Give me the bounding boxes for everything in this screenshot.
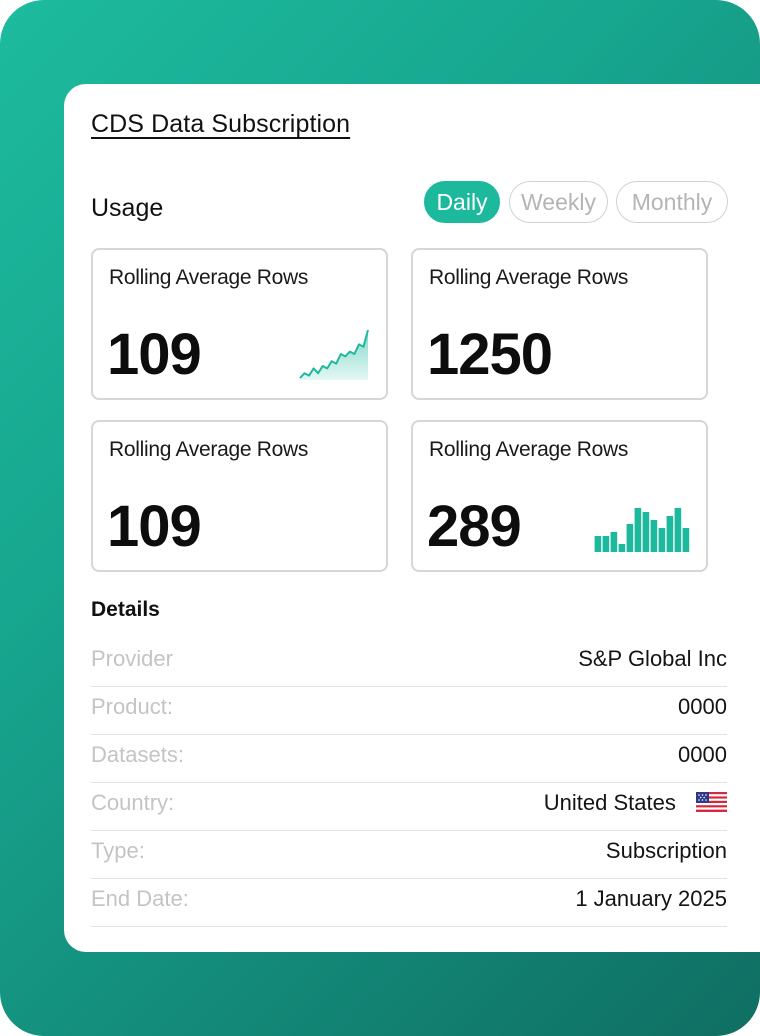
detail-key: Country: <box>91 790 175 815</box>
metric-card: Rolling Average Rows 289 <box>411 420 708 572</box>
metric-label: Rolling Average Rows <box>429 438 629 461</box>
detail-key: Type: <box>91 838 145 863</box>
tab-monthly[interactable]: Monthly <box>616 181 728 223</box>
sparkline-bar <box>674 508 682 552</box>
sparkline-bar <box>650 520 658 552</box>
detail-row-datasets: Datasets: 0000 <box>91 734 727 783</box>
metric-label: Rolling Average Rows <box>109 438 309 461</box>
tab-weekly[interactable]: Weekly <box>509 181 608 223</box>
detail-value: 0000 <box>678 742 727 767</box>
metric-label: Rolling Average Rows <box>109 266 309 289</box>
details-heading: Details <box>91 598 160 621</box>
page-title[interactable]: CDS Data Subscription <box>91 110 350 139</box>
detail-value: 0000 <box>678 694 727 719</box>
detail-row-country: Country: United States <box>91 782 727 831</box>
sparkline-bar <box>634 508 642 552</box>
usage-heading: Usage <box>91 194 164 222</box>
detail-value: 1 January 2025 <box>575 886 727 911</box>
detail-row-provider: Provider S&P Global Inc <box>91 638 727 687</box>
metric-card: Rolling Average Rows 109 <box>91 420 388 572</box>
sparkline-bar <box>642 512 650 552</box>
metric-card: Rolling Average Rows 1250 <box>411 248 708 400</box>
metric-value: 109 <box>107 322 202 387</box>
sparkline-bar <box>682 528 690 552</box>
sparkline-bar <box>602 536 610 552</box>
detail-key: Product: <box>91 694 173 719</box>
detail-value: United States <box>543 790 676 815</box>
detail-key: Datasets: <box>91 742 184 767</box>
detail-value: Subscription <box>605 838 727 863</box>
detail-row-end-date: End Date: 1 January 2025 <box>91 878 727 927</box>
metric-value: 289 <box>427 494 522 559</box>
detail-value: S&P Global Inc <box>578 646 727 671</box>
detail-key: Provider <box>91 646 173 671</box>
sparkline-bar <box>594 536 602 552</box>
detail-key: End Date: <box>91 886 189 911</box>
metric-value: 109 <box>107 494 202 559</box>
bar-sparkline <box>594 508 690 552</box>
detail-row-type: Type: Subscription <box>91 830 727 879</box>
line-sparkline <box>299 329 369 380</box>
sparkline-bar <box>666 516 674 552</box>
subscription-card: CDS Data Subscription Usage Daily Weekly… <box>64 84 760 952</box>
sparkline-bar <box>626 524 634 552</box>
detail-row-product: Product: 0000 <box>91 686 727 735</box>
us-flag-icon <box>696 792 727 813</box>
metric-value: 1250 <box>427 322 553 387</box>
sparkline-bar <box>618 544 626 552</box>
metric-card: Rolling Average Rows 109 <box>91 248 388 400</box>
detail-value-wrap: United States <box>544 790 727 816</box>
tab-daily[interactable]: Daily <box>424 181 500 223</box>
metric-label: Rolling Average Rows <box>429 266 629 289</box>
sparkline-bar <box>658 528 666 552</box>
sparkline-bar <box>610 532 618 552</box>
